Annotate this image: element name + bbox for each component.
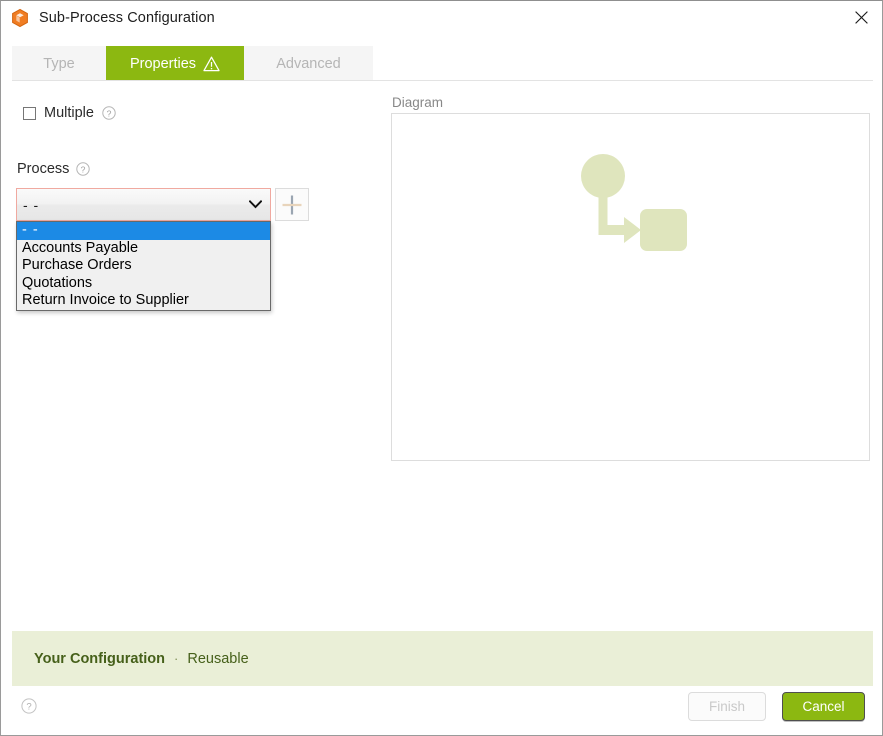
- close-icon: [854, 11, 868, 24]
- svg-text:?: ?: [26, 702, 31, 713]
- tab-advanced[interactable]: Advanced: [244, 46, 373, 81]
- process-dropdown-list[interactable]: - - Accounts Payable Purchase Orders Quo…: [16, 221, 271, 311]
- tab-bar: Type Properties Advanced: [1, 46, 882, 81]
- cancel-button[interactable]: Cancel: [782, 692, 865, 721]
- task-rounded-rect: [640, 209, 687, 251]
- dropdown-option-0[interactable]: - -: [17, 222, 270, 240]
- process-select[interactable]: - -: [16, 188, 271, 221]
- tab-advanced-label: Advanced: [276, 55, 341, 72]
- tab-properties-label: Properties: [129, 55, 197, 72]
- dropdown-option-3[interactable]: Quotations: [17, 275, 270, 293]
- process-label-row: Process ?: [17, 161, 91, 177]
- add-process-button[interactable]: [275, 188, 309, 221]
- tab-type-label: Type: [43, 55, 75, 72]
- plus-icon: [282, 195, 302, 214]
- diagram-label: Diagram: [392, 95, 444, 110]
- help-circle-icon[interactable]: ?: [21, 698, 37, 714]
- orange-cube-icon: [12, 8, 28, 27]
- multiple-checkbox-row[interactable]: Multiple ?: [23, 105, 116, 121]
- dropdown-option-1[interactable]: Accounts Payable: [17, 240, 270, 258]
- warning-triangle-icon: [203, 56, 220, 71]
- tab-type[interactable]: Type: [12, 46, 106, 81]
- tab-properties[interactable]: Properties: [106, 46, 244, 81]
- configuration-subtitle: Reusable: [187, 650, 249, 667]
- dialog-body: Multiple ? Process ? - - - - Accounts Pa…: [1, 81, 882, 629]
- elbow-arrow-connector: [598, 192, 641, 243]
- dropdown-option-4[interactable]: Return Invoice to Supplier: [17, 292, 270, 310]
- configuration-separator: ·: [174, 651, 179, 666]
- configuration-banner: Your Configuration · Reusable: [12, 631, 873, 686]
- finish-button[interactable]: Finish: [688, 692, 766, 721]
- title-bar: Sub-Process Configuration: [1, 1, 882, 34]
- svg-text:?: ?: [107, 108, 112, 118]
- cancel-button-label: Cancel: [802, 699, 845, 714]
- sub-process-configuration-dialog: Sub-Process Configuration Type Propertie…: [0, 0, 883, 736]
- help-circle-icon[interactable]: ?: [102, 106, 116, 120]
- process-label: Process: [17, 161, 70, 177]
- finish-button-label: Finish: [708, 699, 745, 714]
- diagram-panel: [391, 113, 870, 461]
- close-button[interactable]: [838, 1, 882, 34]
- start-event-circle: [581, 154, 625, 198]
- window-title: Sub-Process Configuration: [39, 9, 215, 26]
- dialog-footer: ? Finish Cancel: [1, 686, 882, 735]
- svg-text:?: ?: [81, 164, 86, 174]
- help-circle-icon[interactable]: ?: [76, 162, 91, 176]
- dropdown-option-2[interactable]: Purchase Orders: [17, 257, 270, 275]
- process-select-row: - -: [16, 188, 271, 221]
- process-diagram: [581, 154, 687, 251]
- multiple-label: Multiple: [44, 105, 94, 121]
- chevron-down-icon: [249, 200, 262, 209]
- multiple-checkbox[interactable]: [23, 106, 36, 120]
- configuration-title: Your Configuration: [34, 650, 166, 667]
- process-select-value: - -: [23, 196, 40, 213]
